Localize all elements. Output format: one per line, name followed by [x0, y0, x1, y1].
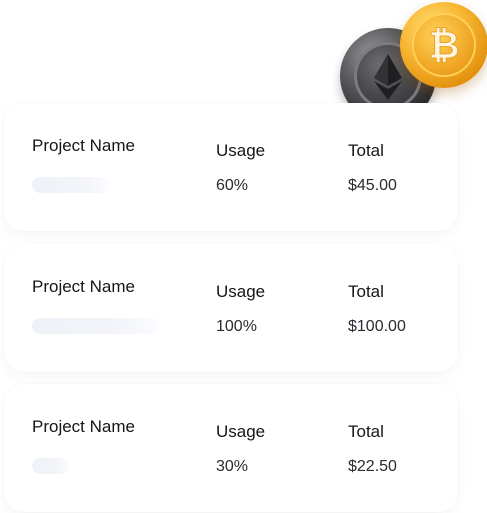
usage-value: 60%: [216, 177, 249, 194]
total-header: Total: [348, 141, 384, 160]
project-name-label: Project Name: [32, 136, 135, 155]
project-name-label: Project Name: [32, 277, 135, 296]
project-name-label: Project Name: [32, 417, 135, 436]
bitcoin-logo-icon: ₿: [428, 23, 460, 68]
usage-value: 30%: [216, 458, 249, 475]
project-card[interactable]: Project Name Usage 30% Total $22.50: [4, 384, 458, 512]
usage-progress-fill: [32, 318, 160, 334]
usage-progress-fill: [32, 177, 109, 193]
svg-text:₿: ₿: [429, 23, 460, 67]
total-header: Total: [348, 282, 384, 301]
total-value: $22.50: [348, 458, 397, 475]
usage-value: 100%: [216, 318, 257, 335]
usage-header: Usage: [216, 282, 266, 301]
usage-progress-fill: [32, 458, 71, 474]
project-card[interactable]: Project Name Usage 60% Total $45.00: [4, 103, 458, 231]
usage-progress-bar: [32, 318, 160, 334]
usage-header: Usage: [216, 422, 266, 441]
project-card[interactable]: Project Name Usage 100% Total $100.00: [4, 244, 458, 372]
total-header: Total: [348, 422, 384, 441]
total-value: $45.00: [348, 177, 397, 194]
bitcoin-coin-icon: ₿: [400, 2, 487, 88]
usage-progress-bar: [32, 458, 160, 474]
usage-progress-bar: [32, 177, 160, 193]
total-value: $100.00: [348, 318, 406, 335]
usage-header: Usage: [216, 141, 266, 160]
